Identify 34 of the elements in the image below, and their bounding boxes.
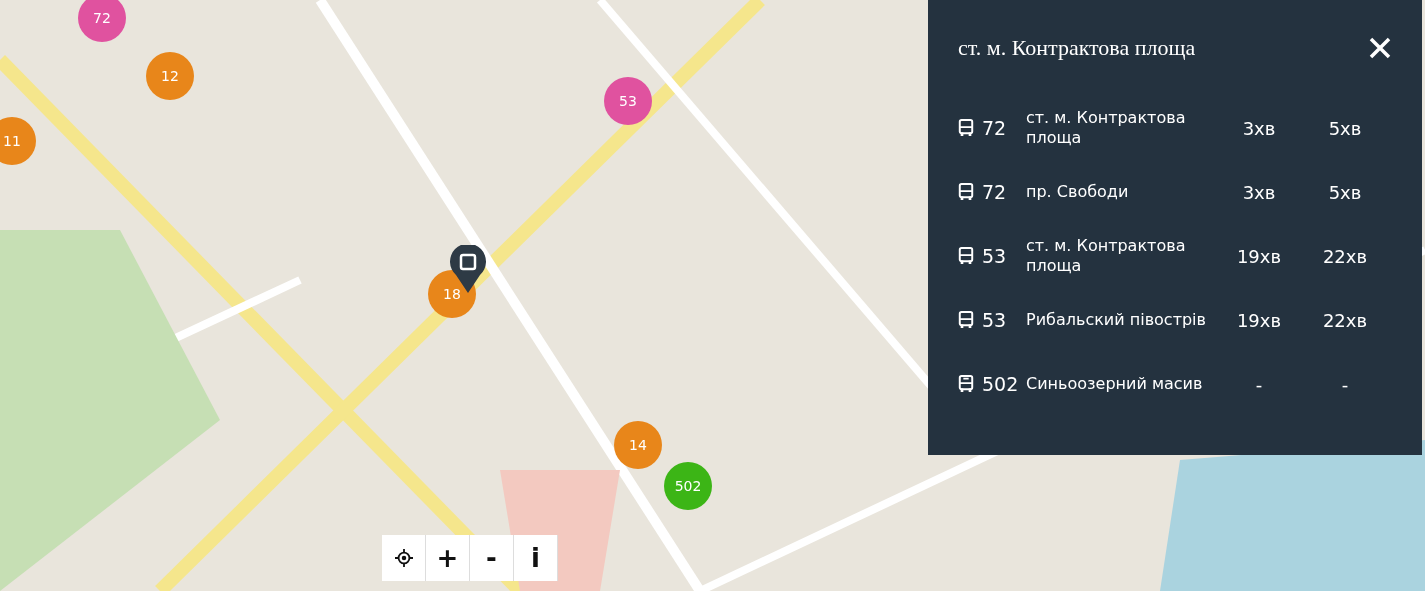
- route-number: 53: [982, 309, 1008, 331]
- route-number: 53: [982, 245, 1008, 267]
- vehicle-marker[interactable]: 502: [664, 462, 712, 510]
- bus-icon: [958, 119, 974, 137]
- arrival-time: -: [1340, 373, 1350, 395]
- arrival-time: 19хв: [1235, 309, 1283, 331]
- close-icon[interactable]: [1368, 36, 1392, 60]
- bus-icon: [958, 311, 974, 329]
- destination: ст. м. Контрактова площа: [1026, 236, 1187, 276]
- destination: ст. м. Контрактова площа: [1026, 108, 1187, 148]
- route-number: 502: [982, 373, 1020, 395]
- destination: Синьоозерний масив: [1026, 374, 1204, 394]
- route-number: 72: [982, 181, 1008, 203]
- arrival-time: 3хв: [1241, 181, 1277, 203]
- arrival-time: 19хв: [1235, 245, 1283, 267]
- destination: Рибальский півострів: [1026, 310, 1207, 330]
- trolleybus-icon: [958, 375, 974, 393]
- stop-title: ст. м. Контрактова площа: [958, 35, 1196, 61]
- vehicle-marker[interactable]: 53: [604, 77, 652, 125]
- destination: пр. Свободи: [1026, 182, 1130, 202]
- vehicle-marker[interactable]: 14: [614, 421, 662, 469]
- arrival-time: 22хв: [1321, 245, 1369, 267]
- arrival-time: -: [1254, 373, 1264, 395]
- route-number: 72: [982, 117, 1008, 139]
- vehicle-marker[interactable]: 72: [78, 0, 126, 42]
- bus-icon: [958, 183, 974, 201]
- arrival-time: 22хв: [1321, 309, 1369, 331]
- arrival-time: 5хв: [1327, 117, 1363, 139]
- arrival-time: 5хв: [1327, 181, 1363, 203]
- vehicle-marker[interactable]: 11: [0, 117, 36, 165]
- arrival-time: 3хв: [1241, 117, 1277, 139]
- vehicle-marker[interactable]: 12: [146, 52, 194, 100]
- bus-icon: [958, 247, 974, 265]
- locate-icon: [394, 549, 413, 567]
